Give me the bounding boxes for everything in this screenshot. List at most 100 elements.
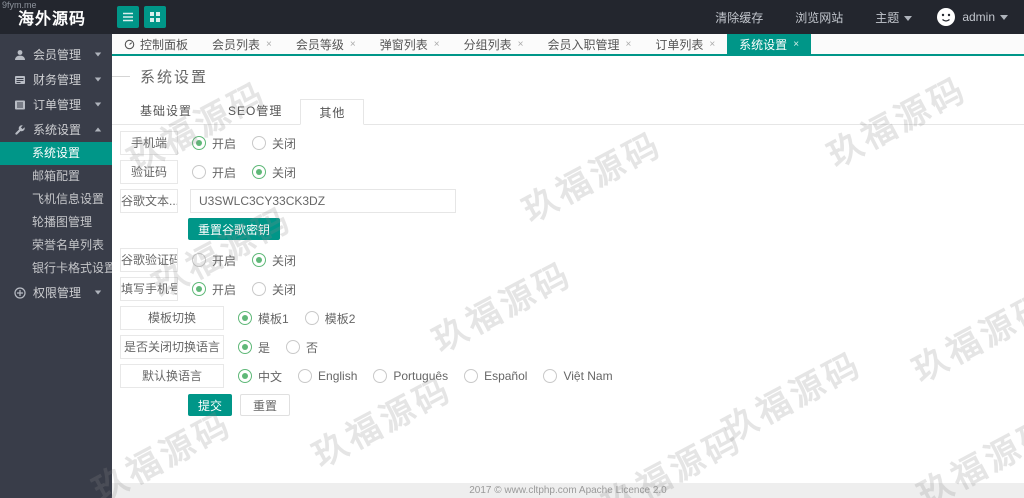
tab-other[interactable]: 其他 xyxy=(300,99,365,125)
submenu-item-honor-list[interactable]: 荣誉名单列表 xyxy=(0,234,112,257)
tab-label: 订单列表 xyxy=(655,37,704,52)
theme-label: 主题 xyxy=(875,10,900,25)
radio-label: 模板2 xyxy=(324,311,356,326)
google-secret-input[interactable] xyxy=(190,189,456,213)
theme-dropdown[interactable]: 主题 xyxy=(875,9,913,26)
radio-label: 否 xyxy=(306,340,319,355)
radio-template-1[interactable]: 模板1 xyxy=(238,310,289,327)
close-icon[interactable]: × xyxy=(709,39,715,50)
chevron-down-icon xyxy=(904,15,913,21)
radio-lang-zh[interactable]: 中文 xyxy=(238,368,282,385)
radio-icon xyxy=(252,253,267,267)
tab-member-list[interactable]: 会员列表 × xyxy=(200,34,284,54)
tab-label: 会员入职管理 xyxy=(547,37,620,52)
tab-system-settings[interactable]: 系统设置 × xyxy=(727,34,812,54)
tab-seo[interactable]: SEO管理 xyxy=(210,98,300,124)
sidebar-toggle-button[interactable] xyxy=(117,6,139,28)
radio-icon xyxy=(192,136,206,150)
field-label: 谷歌验证码 xyxy=(120,248,178,272)
close-icon[interactable]: × xyxy=(793,39,799,50)
radio-lang-es[interactable]: Español xyxy=(464,369,527,383)
form-row-google-captcha: 谷歌验证码 开启 关闭 xyxy=(120,248,1024,272)
form-row-default-language: 默认换语言 中文 English Português Español Việt … xyxy=(120,364,1024,388)
radio-icon xyxy=(373,369,388,383)
tab-dashboard[interactable]: 控制面板 xyxy=(112,34,200,54)
tab-label: 会员列表 xyxy=(212,37,261,52)
sidebar-item-permissions[interactable]: 权限管理 xyxy=(0,280,112,305)
sidebar-item-orders[interactable]: 订单管理 xyxy=(0,92,112,117)
radio-gcaptcha-off[interactable]: 关闭 xyxy=(252,252,296,269)
close-icon[interactable]: × xyxy=(350,39,356,50)
grid-icon xyxy=(150,12,160,22)
close-icon[interactable]: × xyxy=(266,39,272,50)
tab-label: 分组列表 xyxy=(463,37,512,52)
reset-google-key-button[interactable]: 重置谷歌密钥 xyxy=(188,218,281,240)
field-label: 是否关闭切换语言 xyxy=(120,335,224,359)
sidebar-item-finance[interactable]: 财务管理 xyxy=(0,67,112,92)
radio-phone-off[interactable]: 关闭 xyxy=(252,281,296,298)
tab-order-list[interactable]: 订单列表 × xyxy=(643,34,727,54)
radio-label: English xyxy=(318,369,358,383)
radio-label: 开启 xyxy=(212,253,237,268)
form-row-google-text: 谷歌文本... xyxy=(120,189,1024,213)
radio-icon xyxy=(286,340,301,354)
submenu-item-telegram-info[interactable]: 飞机信息设置 xyxy=(0,188,112,211)
radio-lang-vi[interactable]: Việt Nam xyxy=(543,369,613,383)
reset-button[interactable]: 重置 xyxy=(240,394,291,416)
submenu-item-system-settings[interactable]: 系统设置 xyxy=(0,142,112,165)
field-label: 手机端 xyxy=(120,131,178,155)
submenu-item-mail-config[interactable]: 邮箱配置 xyxy=(0,165,112,188)
clear-cache-link[interactable]: 清除缓存 xyxy=(715,9,763,26)
radio-icon xyxy=(298,369,313,383)
submenu-item-bankcard-format[interactable]: 银行卡格式设置 xyxy=(0,257,116,280)
close-icon[interactable]: × xyxy=(434,39,440,50)
radio-phone-on[interactable]: 开启 xyxy=(192,281,236,298)
footer-copyright: 2017 © www.cltphp.com Apache Licence 2.0 xyxy=(112,483,1024,498)
sidebar-item-label: 财务管理 xyxy=(33,73,82,87)
radio-icon xyxy=(252,165,267,179)
radio-label: 关闭 xyxy=(272,282,297,297)
radio-close-lang-no[interactable]: 否 xyxy=(286,339,318,356)
hamburger-icon xyxy=(123,12,133,22)
radio-label: 关闭 xyxy=(272,136,297,151)
user-dropdown[interactable]: admin xyxy=(962,10,1008,24)
radio-template-2[interactable]: 模板2 xyxy=(304,310,356,327)
field-label: 默认换语言 xyxy=(120,364,224,388)
radio-label: 关闭 xyxy=(272,253,297,268)
field-label: 谷歌文本... xyxy=(120,189,178,213)
radio-icon xyxy=(238,311,252,325)
radio-captcha-on[interactable]: 开启 xyxy=(192,164,236,181)
radio-gcaptcha-on[interactable]: 开启 xyxy=(192,252,236,269)
submit-button[interactable]: 提交 xyxy=(188,394,233,416)
tab-member-level[interactable]: 会员等级 × xyxy=(284,34,368,54)
radio-mobile-on[interactable]: 开启 xyxy=(192,135,236,152)
sidebar-submenu: 系统设置 邮箱配置 飞机信息设置 轮播图管理 荣誉名单列表 银行卡格式设置 xyxy=(0,142,116,280)
refresh-tabs-button[interactable] xyxy=(144,6,166,28)
tab-popup-list[interactable]: 弹窗列表 × xyxy=(368,34,452,54)
sidebar-item-members[interactable]: 会员管理 xyxy=(0,42,112,67)
tab-basic-settings[interactable]: 基础设置 xyxy=(122,98,210,124)
tab-member-onboard[interactable]: 会员入职管理 × xyxy=(535,34,643,54)
radio-lang-en[interactable]: English xyxy=(298,369,357,383)
close-icon[interactable]: × xyxy=(625,39,631,50)
radio-close-lang-yes[interactable]: 是 xyxy=(238,339,270,356)
finance-icon xyxy=(15,75,25,84)
radio-lang-pt[interactable]: Português xyxy=(373,369,448,383)
form-row-template: 模板切换 模板1 模板2 xyxy=(120,306,1024,330)
radio-captcha-off[interactable]: 关闭 xyxy=(252,164,296,181)
settings-form: 手机端 开启 关闭 验证码 开启 关闭 谷歌文本... U3SWLC3CY33C… xyxy=(112,125,1024,416)
submenu-item-carousel[interactable]: 轮播图管理 xyxy=(0,211,112,234)
form-row-close-lang-switch: 是否关闭切换语言 是 否 xyxy=(120,335,1024,359)
radio-icon xyxy=(238,369,252,383)
avatar[interactable] xyxy=(936,7,956,27)
radio-icon xyxy=(252,136,267,150)
browse-site-link[interactable]: 浏览网站 xyxy=(795,9,843,26)
radio-icon xyxy=(238,340,252,354)
form-row-fill-phone: 填写手机号 开启 关闭 xyxy=(120,277,1024,301)
close-icon[interactable]: × xyxy=(518,39,524,50)
tab-label: 会员等级 xyxy=(295,37,344,52)
radio-mobile-off[interactable]: 关闭 xyxy=(252,135,296,152)
tab-group-list[interactable]: 分组列表 × xyxy=(452,34,536,54)
sidebar-item-system-settings[interactable]: 系统设置 xyxy=(0,117,112,142)
tab-bar: 控制面板 会员列表 × 会员等级 × 弹窗列表 × 分组列表 × 会员入职管理 × 订单列… xyxy=(112,34,1024,56)
